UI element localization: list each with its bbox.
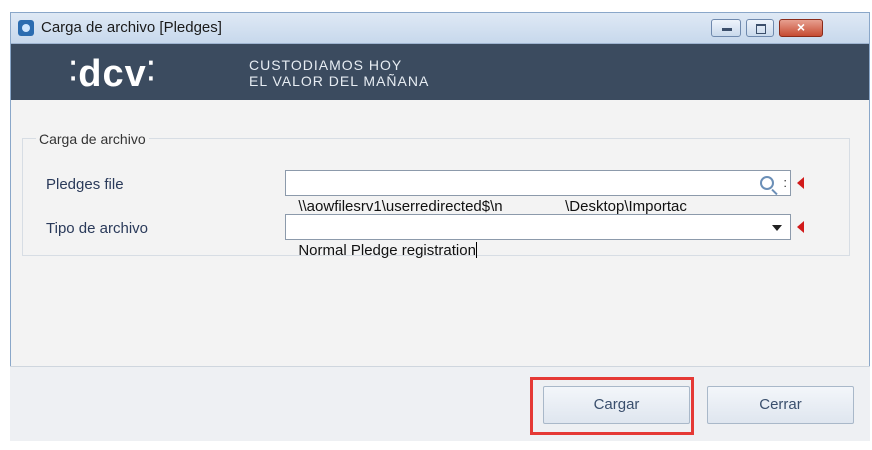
logo-dots-icon: ⁚: [146, 56, 157, 86]
group-title: Carga de archivo: [36, 131, 149, 147]
required-marker-icon: [797, 221, 804, 233]
tagline: CUSTODIAMOS HOY EL VALOR DEL MAÑANA: [249, 57, 429, 89]
brand-banner: ⁚dcv⁚ CUSTODIAMOS HOY EL VALOR DEL MAÑAN…: [11, 44, 869, 100]
pledges-file-path: \\aowfilesrv1\userredirected$\n \Desktop…: [298, 198, 687, 215]
highlight-box: [530, 377, 694, 435]
search-icon[interactable]: [760, 176, 774, 190]
chevron-down-icon[interactable]: [772, 225, 782, 231]
tipo-archivo-value: Normal Pledge registration: [298, 242, 476, 259]
close-button[interactable]: ×: [779, 19, 823, 37]
app-icon: [18, 20, 34, 36]
dcv-logo: ⁚dcv⁚: [69, 53, 157, 95]
required-marker-icon: [797, 177, 804, 189]
pledges-file-label: Pledges file: [46, 176, 124, 193]
minimize-button[interactable]: [711, 19, 741, 37]
tipo-archivo-label: Tipo de archivo: [46, 220, 148, 237]
tagline-line-1: CUSTODIAMOS HOY: [249, 57, 403, 73]
title-bar[interactable]: Carga de archivo [Pledges] ×: [11, 13, 869, 44]
cerrar-button[interactable]: Cerrar: [707, 386, 854, 424]
tagline-line-2: EL VALOR DEL MAÑANA: [249, 73, 430, 89]
window-title: Carga de archivo [Pledges]: [41, 19, 222, 36]
pledges-file-input[interactable]: \\aowfilesrv1\userredirected$\n \Desktop…: [285, 170, 791, 215]
tipo-archivo-select[interactable]: Normal Pledge registration: [285, 214, 791, 259]
maximize-button[interactable]: [746, 19, 774, 37]
logo-dots-icon: ⁚: [69, 56, 79, 86]
browse-ellipsis[interactable]: :: [783, 171, 787, 195]
text-caret: [475, 242, 477, 258]
close-icon: ×: [796, 19, 806, 35]
